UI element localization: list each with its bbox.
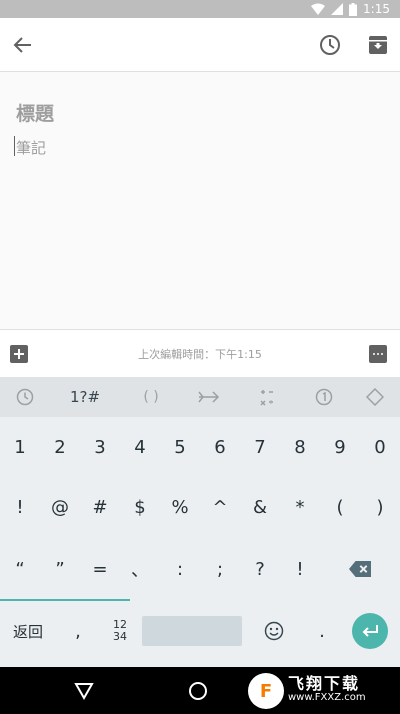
battery-icon xyxy=(349,2,358,16)
key[interactable]: 6 xyxy=(200,419,240,475)
text-caret xyxy=(14,136,15,156)
smiley-icon xyxy=(264,621,284,641)
math-tab[interactable] xyxy=(236,377,298,417)
key[interactable]: 8 xyxy=(280,419,320,475)
watermark-logo: F xyxy=(248,673,284,709)
delete-key[interactable] xyxy=(320,541,400,597)
key[interactable]: * xyxy=(280,479,320,535)
key[interactable]: ) xyxy=(360,479,400,535)
back-to-letters-key[interactable]: 返回 xyxy=(0,603,56,659)
clock-icon xyxy=(16,388,34,406)
key[interactable]: 5 xyxy=(160,419,200,475)
triangle-back-icon xyxy=(74,683,94,701)
key[interactable]: 1 xyxy=(0,419,40,475)
arrows-tab[interactable] xyxy=(182,377,236,417)
symbols-tab[interactable]: 1?# xyxy=(50,377,120,417)
key[interactable]: ? xyxy=(240,541,280,597)
wifi-icon xyxy=(311,3,326,15)
back-button[interactable] xyxy=(9,31,37,59)
status-bar: 1:15 xyxy=(0,0,400,18)
enter-key[interactable] xyxy=(340,603,400,659)
watermark-cn: 飞翔下载 xyxy=(288,674,361,693)
watermark-text: 飞翔下载 www.FXXZ.com xyxy=(288,674,366,705)
title-field[interactable]: 標題 xyxy=(16,99,54,126)
arrow-left-icon xyxy=(13,37,31,53)
arrow-tail-icon xyxy=(198,391,220,403)
key[interactable]: ” xyxy=(40,541,80,597)
key[interactable]: ( xyxy=(320,479,360,535)
key[interactable]: “ xyxy=(0,541,40,597)
key[interactable]: ! xyxy=(0,479,40,535)
key[interactable]: 2 xyxy=(40,419,80,475)
brackets-tab[interactable]: ( ) xyxy=(120,377,182,417)
key[interactable]: $ xyxy=(120,479,160,535)
circled-one-icon xyxy=(315,388,333,406)
key[interactable]: 、 xyxy=(120,541,160,597)
key[interactable]: 9 xyxy=(320,419,360,475)
watermark: F 飞翔下载 www.FXXZ.com xyxy=(248,673,366,709)
key[interactable]: @ xyxy=(40,479,80,535)
key[interactable]: 7 xyxy=(240,419,280,475)
keyboard-category-bar: 1?# ( ) xyxy=(0,377,400,417)
key[interactable]: # xyxy=(80,479,120,535)
status-indicators: 1:15 xyxy=(311,0,390,18)
space-key[interactable] xyxy=(140,603,244,659)
note-toolbar xyxy=(0,18,400,72)
space-bar xyxy=(142,616,242,646)
circled-numbers-tab[interactable] xyxy=(298,377,350,417)
keyboard-row-punctuation: “ ” = 、 : ; ? ! xyxy=(0,541,400,597)
note-field[interactable]: 筆記 xyxy=(16,137,46,158)
status-time: 1:15 xyxy=(363,2,390,16)
signal-icon xyxy=(331,3,344,15)
more-icon[interactable] xyxy=(369,345,387,363)
backspace-icon xyxy=(349,561,371,577)
recent-tab[interactable] xyxy=(0,377,50,417)
nav-back-button[interactable] xyxy=(72,679,96,703)
symbol-keyboard: 1 2 3 4 5 6 7 8 9 0 ! @ # $ % ^ & * ( ) … xyxy=(0,417,400,667)
math-icon xyxy=(260,390,273,406)
key[interactable]: % xyxy=(160,479,200,535)
comma-key[interactable]: , xyxy=(56,603,100,659)
period-key[interactable]: . xyxy=(304,603,340,659)
key[interactable]: = xyxy=(80,541,120,597)
emoji-key[interactable] xyxy=(244,603,304,659)
navigation-bar: F 飞翔下载 www.FXXZ.com xyxy=(0,667,400,714)
enter-button xyxy=(352,613,388,649)
key[interactable]: ; xyxy=(200,541,240,597)
editor-bottom-bar: 上次編輯時間：下午1:15 xyxy=(0,329,400,377)
key[interactable]: 4 xyxy=(120,419,160,475)
watermark-en: www.FXXZ.com xyxy=(288,692,366,703)
clock-icon xyxy=(320,35,340,55)
key[interactable]: 0 xyxy=(360,419,400,475)
numpad-key[interactable]: 12 34 xyxy=(100,603,140,659)
keyboard-row-bottom: 返回 , 12 34 . xyxy=(0,603,400,659)
reminder-button[interactable] xyxy=(316,31,344,59)
keyboard-row-symbols: ! @ # $ % ^ & * ( ) xyxy=(0,479,400,535)
diamond-icon xyxy=(366,388,384,406)
key[interactable]: ! xyxy=(280,541,320,597)
archive-icon xyxy=(369,36,387,54)
key[interactable]: 3 xyxy=(80,419,120,475)
archive-button[interactable] xyxy=(364,31,392,59)
keyboard-accent-line xyxy=(0,599,130,601)
key[interactable]: & xyxy=(240,479,280,535)
note-editor[interactable]: 標題 筆記 xyxy=(0,73,400,329)
enter-icon xyxy=(362,625,378,637)
keyboard-row-digits: 1 2 3 4 5 6 7 8 9 0 xyxy=(0,419,400,475)
last-edited-text: 上次編輯時間：下午1:15 xyxy=(138,348,262,361)
key[interactable]: : xyxy=(160,541,200,597)
nav-home-button[interactable] xyxy=(186,679,210,703)
numpad-key-line2: 34 xyxy=(113,630,127,643)
key[interactable]: ^ xyxy=(200,479,240,535)
shapes-tab[interactable] xyxy=(350,377,400,417)
circle-home-icon xyxy=(189,682,207,700)
